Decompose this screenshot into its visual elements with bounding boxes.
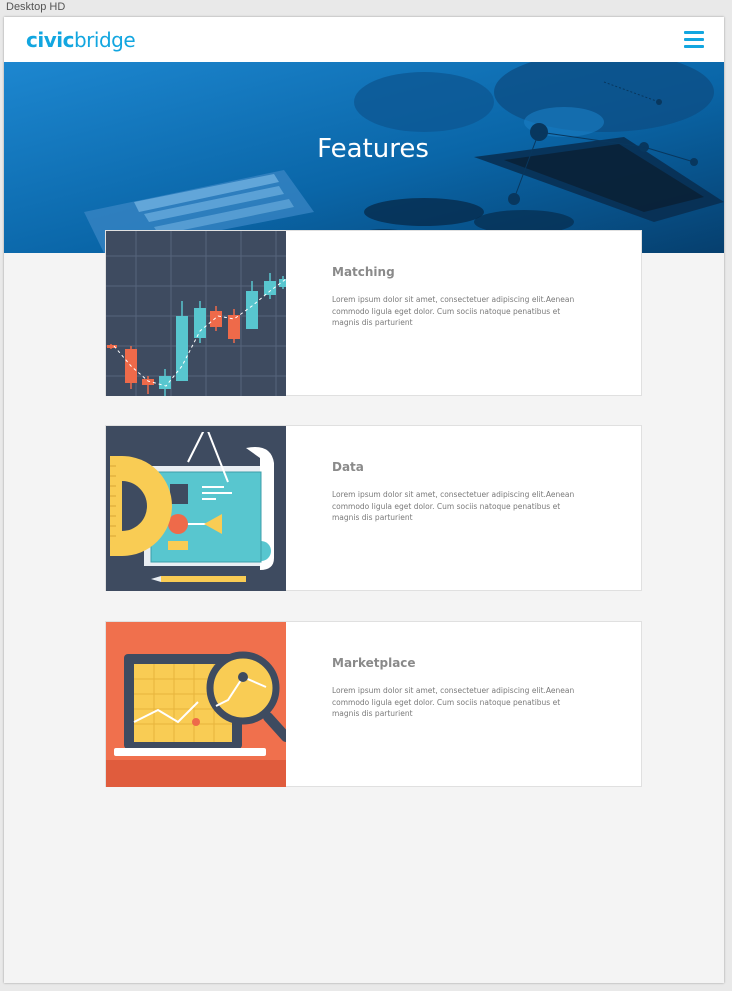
page-frame: civicbridge Features Matching Lorem ipsu… <box>4 17 724 983</box>
feature-title: Marketplace <box>332 656 416 670</box>
feature-card-data[interactable]: Data Lorem ipsum dolor sit amet, consect… <box>105 425 642 591</box>
feature-description: Lorem ipsum dolor sit amet, consectetuer… <box>332 490 575 522</box>
hero-title: Features <box>317 134 429 164</box>
laptop-magnifier-illustration <box>106 622 286 787</box>
hamburger-menu-icon[interactable] <box>684 31 704 49</box>
feature-description: Lorem ipsum dolor sit amet, consectetuer… <box>332 295 575 327</box>
top-navigation-bar: civicbridge <box>4 17 724 62</box>
feature-card-marketplace[interactable]: Marketplace Lorem ipsum dolor sit amet, … <box>105 621 642 787</box>
blueprint-drafting-illustration <box>106 426 286 591</box>
logo-text-light: bridge <box>73 28 136 52</box>
candlestick-chart-illustration <box>106 231 286 396</box>
feature-description: Lorem ipsum dolor sit amet, consectetuer… <box>332 686 575 718</box>
civicbridge-logo[interactable]: civicbridge <box>26 28 136 52</box>
hero-banner: Features <box>4 62 724 253</box>
logo-text-bold: civic <box>26 28 74 52</box>
feature-title: Matching <box>332 265 395 279</box>
feature-title: Data <box>332 460 364 474</box>
artboard-label: Desktop HD <box>6 1 66 13</box>
feature-card-matching[interactable]: Matching Lorem ipsum dolor sit amet, con… <box>105 230 642 396</box>
